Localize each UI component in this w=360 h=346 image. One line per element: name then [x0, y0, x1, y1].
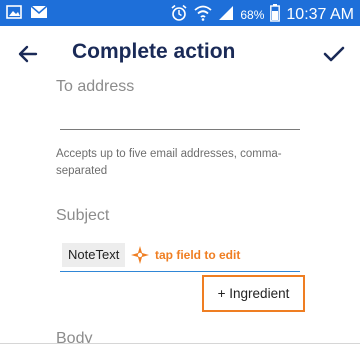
add-ingredient-button[interactable]: + Ingredient [208, 281, 299, 306]
status-bar: 68% 10:37 AM [0, 0, 360, 26]
check-icon [323, 46, 345, 62]
alarm-icon [170, 4, 188, 26]
tap-sparkle-icon [131, 246, 149, 264]
arrow-left-icon [18, 45, 38, 63]
to-address-label: To address [56, 78, 135, 95]
clock: 10:37 AM [286, 6, 354, 23]
status-bar-system: 68% 10:37 AM [170, 4, 354, 26]
image-icon [6, 5, 22, 24]
wifi-icon [194, 5, 212, 25]
to-address-input[interactable] [60, 112, 300, 130]
to-address-help-text: Accepts up to five email addresses, comm… [56, 148, 282, 177]
subject-input[interactable]: NoteText tap field to edit [60, 240, 300, 272]
ingredient-chip-notetext[interactable]: NoteText [62, 243, 126, 267]
back-button[interactable] [14, 40, 42, 68]
ingredient-highlight: + Ingredient [202, 275, 305, 312]
signal-icon [218, 5, 234, 25]
subject-label: Subject [56, 207, 110, 224]
edit-hint: tap field to edit [130, 245, 240, 265]
mail-icon [30, 5, 48, 24]
page-title: Complete action [72, 40, 236, 63]
status-bar-notifications [6, 5, 48, 24]
done-button[interactable] [320, 40, 348, 68]
battery-percent: 68% [240, 8, 265, 22]
edit-hint-text: tap field to edit [155, 248, 241, 262]
battery-icon [270, 4, 281, 26]
app-bar: Complete action [0, 26, 360, 82]
